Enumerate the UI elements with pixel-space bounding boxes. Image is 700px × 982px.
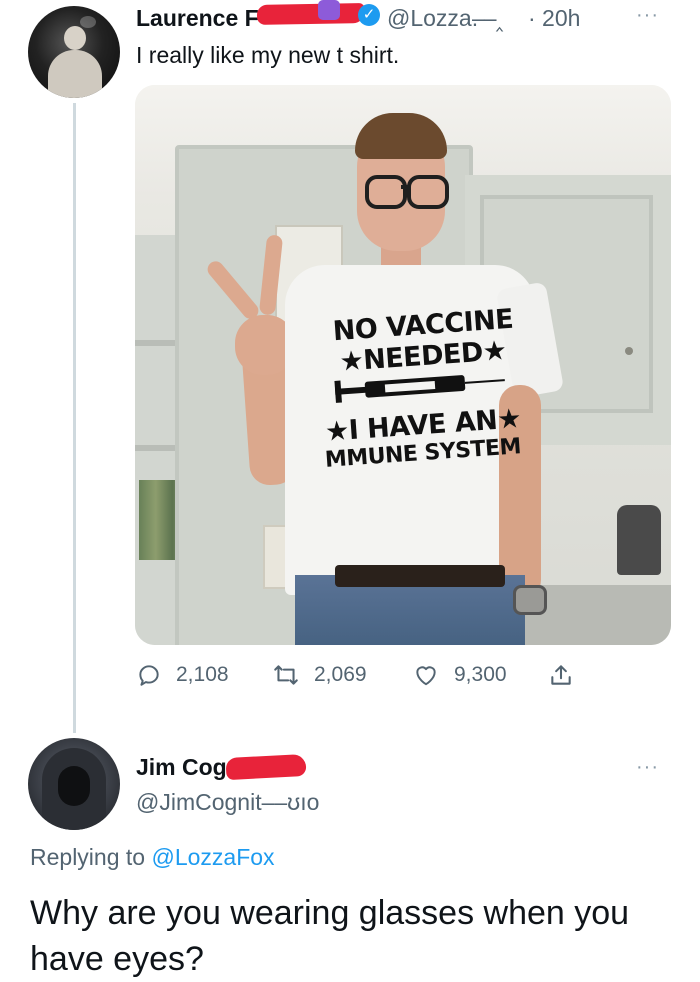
avatar-figure-body — [48, 50, 102, 98]
redaction-mark — [225, 753, 307, 781]
photo-watch — [513, 585, 547, 615]
author-avatar[interactable] — [28, 6, 120, 98]
photo-cabinet-knob — [625, 347, 633, 355]
replying-to-prefix: Replying to — [30, 844, 152, 870]
photo-belt — [335, 565, 505, 587]
reply-more-options-icon[interactable]: ··· — [636, 752, 659, 782]
photo-glasses-bridge — [401, 185, 411, 189]
retweet-icon — [272, 662, 300, 688]
author-handle-cropped: ––‸ — [472, 5, 503, 31]
share-icon — [548, 662, 574, 688]
share-action[interactable] — [548, 660, 588, 690]
affiliate-badge-icon — [318, 0, 340, 20]
redaction-mark — [256, 3, 366, 25]
retweet-action[interactable]: 2,069 — [272, 660, 367, 690]
reply-text: Why are you wearing glasses when you hav… — [30, 894, 630, 978]
like-action[interactable]: 9,300 — [412, 660, 507, 690]
tweet-timestamp[interactable]: · 20h — [528, 3, 580, 33]
thread-connector-line — [73, 103, 76, 733]
photo-glasses-lens — [365, 175, 407, 209]
tweet-photo[interactable]: NO VACCINE ★NEEDED★ ★I HAVE AN★ MMUNE SY… — [135, 85, 671, 645]
heart-icon — [412, 662, 440, 688]
avatar-figure-head — [64, 26, 86, 50]
like-count: 9,300 — [454, 663, 507, 686]
photo-glasses-lens — [407, 175, 449, 209]
reply-author-handle[interactable]: @JimCognit––ʊıo — [136, 787, 319, 817]
more-options-icon[interactable]: ··· — [636, 0, 659, 30]
tweet-text: I really like my new t shirt. — [136, 42, 400, 68]
retweet-count: 2,069 — [314, 663, 367, 686]
photo-kettle — [617, 505, 661, 575]
replying-to-line: Replying to @LozzaFox — [30, 842, 275, 872]
reply-icon — [136, 662, 162, 688]
reply-action[interactable]: 2,108 — [136, 660, 229, 690]
avatar-smoke — [80, 16, 96, 28]
reply-count: 2,108 — [176, 663, 229, 686]
verified-badge-icon: ✓ — [358, 4, 380, 26]
avatar-shadow-face — [58, 766, 90, 806]
author-name[interactable]: Laurence F — [136, 3, 259, 33]
author-handle[interactable]: @Lozza. — [387, 3, 478, 33]
reply-author-avatar[interactable] — [28, 738, 120, 830]
replying-to-handle-link[interactable]: @LozzaFox — [151, 844, 274, 870]
